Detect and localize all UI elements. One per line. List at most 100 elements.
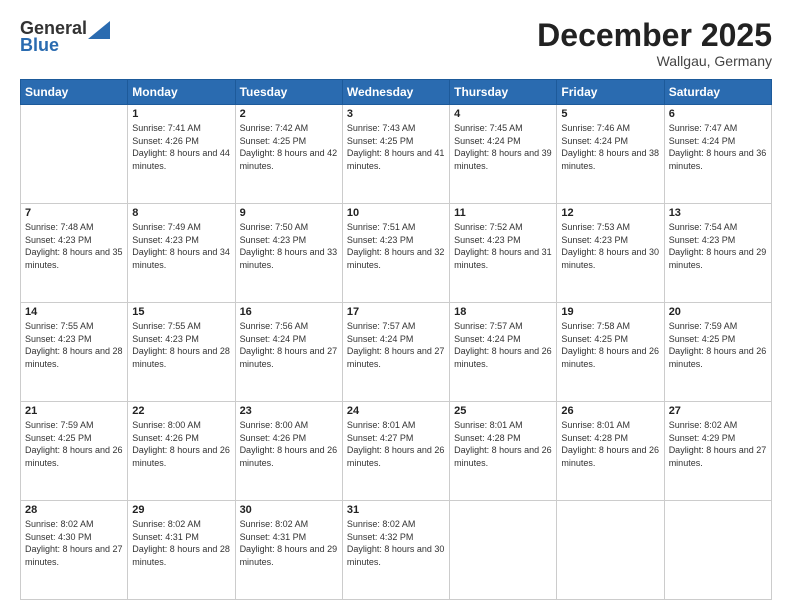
day-info: Sunrise: 7:48 AMSunset: 4:23 PMDaylight:… — [25, 221, 123, 271]
day-info: Sunrise: 7:43 AMSunset: 4:25 PMDaylight:… — [347, 122, 445, 172]
day-info: Sunrise: 7:53 AMSunset: 4:23 PMDaylight:… — [561, 221, 659, 271]
week-row-3: 21 Sunrise: 7:59 AMSunset: 4:25 PMDayligh… — [21, 402, 772, 501]
calendar-header-row: Sunday Monday Tuesday Wednesday Thursday… — [21, 80, 772, 105]
day-number: 21 — [25, 405, 123, 417]
calendar-table: Sunday Monday Tuesday Wednesday Thursday… — [20, 79, 772, 600]
day-number: 6 — [669, 108, 767, 120]
calendar-cell: 7 Sunrise: 7:48 AMSunset: 4:23 PMDaylight… — [21, 204, 128, 303]
header-sunday: Sunday — [21, 80, 128, 105]
day-number: 7 — [25, 207, 123, 219]
calendar-cell: 15 Sunrise: 7:55 AMSunset: 4:23 PMDayligh… — [128, 303, 235, 402]
day-info: Sunrise: 7:55 AMSunset: 4:23 PMDaylight:… — [25, 320, 123, 370]
day-info: Sunrise: 7:50 AMSunset: 4:23 PMDaylight:… — [240, 221, 338, 271]
day-info: Sunrise: 7:56 AMSunset: 4:24 PMDaylight:… — [240, 320, 338, 370]
day-number: 3 — [347, 108, 445, 120]
day-info: Sunrise: 7:42 AMSunset: 4:25 PMDaylight:… — [240, 122, 338, 172]
header-thursday: Thursday — [450, 80, 557, 105]
day-info: Sunrise: 8:02 AMSunset: 4:30 PMDaylight:… — [25, 518, 123, 568]
day-info: Sunrise: 7:52 AMSunset: 4:23 PMDaylight:… — [454, 221, 552, 271]
day-number: 12 — [561, 207, 659, 219]
day-info: Sunrise: 7:59 AMSunset: 4:25 PMDaylight:… — [669, 320, 767, 370]
calendar-cell — [450, 501, 557, 600]
calendar-cell: 31 Sunrise: 8:02 AMSunset: 4:32 PMDayligh… — [342, 501, 449, 600]
day-info: Sunrise: 7:59 AMSunset: 4:25 PMDaylight:… — [25, 419, 123, 469]
day-info: Sunrise: 8:01 AMSunset: 4:27 PMDaylight:… — [347, 419, 445, 469]
day-info: Sunrise: 8:00 AMSunset: 4:26 PMDaylight:… — [240, 419, 338, 469]
location: Wallgau, Germany — [537, 53, 772, 69]
calendar-cell: 9 Sunrise: 7:50 AMSunset: 4:23 PMDaylight… — [235, 204, 342, 303]
calendar-cell: 10 Sunrise: 7:51 AMSunset: 4:23 PMDayligh… — [342, 204, 449, 303]
day-number: 13 — [669, 207, 767, 219]
calendar-cell: 27 Sunrise: 8:02 AMSunset: 4:29 PMDayligh… — [664, 402, 771, 501]
day-info: Sunrise: 7:45 AMSunset: 4:24 PMDaylight:… — [454, 122, 552, 172]
day-number: 4 — [454, 108, 552, 120]
calendar-cell: 20 Sunrise: 7:59 AMSunset: 4:25 PMDayligh… — [664, 303, 771, 402]
title-block: December 2025 Wallgau, Germany — [537, 18, 772, 69]
day-info: Sunrise: 8:02 AMSunset: 4:29 PMDaylight:… — [669, 419, 767, 469]
calendar-cell: 2 Sunrise: 7:42 AMSunset: 4:25 PMDaylight… — [235, 105, 342, 204]
calendar-cell: 11 Sunrise: 7:52 AMSunset: 4:23 PMDayligh… — [450, 204, 557, 303]
calendar-cell: 13Sunrise: 7:54 AMSunset: 4:23 PMDayligh… — [664, 204, 771, 303]
header-wednesday: Wednesday — [342, 80, 449, 105]
day-number: 15 — [132, 306, 230, 318]
calendar-cell: 28 Sunrise: 8:02 AMSunset: 4:30 PMDayligh… — [21, 501, 128, 600]
day-number: 26 — [561, 405, 659, 417]
calendar-cell: 26Sunrise: 8:01 AMSunset: 4:28 PMDayligh… — [557, 402, 664, 501]
calendar-cell: 17 Sunrise: 7:57 AMSunset: 4:24 PMDayligh… — [342, 303, 449, 402]
week-row-2: 14Sunrise: 7:55 AMSunset: 4:23 PMDayligh… — [21, 303, 772, 402]
day-info: Sunrise: 7:41 AMSunset: 4:26 PMDaylight:… — [132, 122, 230, 172]
day-info: Sunrise: 7:57 AMSunset: 4:24 PMDaylight:… — [454, 320, 552, 370]
day-number: 23 — [240, 405, 338, 417]
day-info: Sunrise: 7:51 AMSunset: 4:23 PMDaylight:… — [347, 221, 445, 271]
day-number: 10 — [347, 207, 445, 219]
day-number: 19 — [561, 306, 659, 318]
month-title: December 2025 — [537, 18, 772, 53]
header-monday: Monday — [128, 80, 235, 105]
calendar-cell: 29Sunrise: 8:02 AMSunset: 4:31 PMDayligh… — [128, 501, 235, 600]
day-info: Sunrise: 7:55 AMSunset: 4:23 PMDaylight:… — [132, 320, 230, 370]
calendar-cell: 19 Sunrise: 7:58 AMSunset: 4:25 PMDayligh… — [557, 303, 664, 402]
day-number: 17 — [347, 306, 445, 318]
day-info: Sunrise: 7:58 AMSunset: 4:25 PMDaylight:… — [561, 320, 659, 370]
calendar-cell: 22 Sunrise: 8:00 AMSunset: 4:26 PMDayligh… — [128, 402, 235, 501]
header-tuesday: Tuesday — [235, 80, 342, 105]
calendar-cell: 14Sunrise: 7:55 AMSunset: 4:23 PMDayligh… — [21, 303, 128, 402]
day-number: 28 — [25, 504, 123, 516]
calendar-cell — [21, 105, 128, 204]
calendar-cell: 6 Sunrise: 7:47 AMSunset: 4:24 PMDaylight… — [664, 105, 771, 204]
day-number: 16 — [240, 306, 338, 318]
day-info: Sunrise: 8:02 AMSunset: 4:32 PMDaylight:… — [347, 518, 445, 568]
day-number: 27 — [669, 405, 767, 417]
header: General Blue December 2025 Wallgau, Germ… — [20, 18, 772, 69]
calendar-cell: 18 Sunrise: 7:57 AMSunset: 4:24 PMDayligh… — [450, 303, 557, 402]
day-info: Sunrise: 8:00 AMSunset: 4:26 PMDaylight:… — [132, 419, 230, 469]
day-info: Sunrise: 7:49 AMSunset: 4:23 PMDaylight:… — [132, 221, 230, 271]
calendar-cell: 30Sunrise: 8:02 AMSunset: 4:31 PMDayligh… — [235, 501, 342, 600]
day-number: 2 — [240, 108, 338, 120]
calendar-cell: 12 Sunrise: 7:53 AMSunset: 4:23 PMDayligh… — [557, 204, 664, 303]
page: General Blue December 2025 Wallgau, Germ… — [0, 0, 792, 612]
day-number: 5 — [561, 108, 659, 120]
day-number: 18 — [454, 306, 552, 318]
day-info: Sunrise: 7:46 AMSunset: 4:24 PMDaylight:… — [561, 122, 659, 172]
calendar-cell: 16 Sunrise: 7:56 AMSunset: 4:24 PMDayligh… — [235, 303, 342, 402]
day-number: 31 — [347, 504, 445, 516]
header-friday: Friday — [557, 80, 664, 105]
calendar-cell: 25Sunrise: 8:01 AMSunset: 4:28 PMDayligh… — [450, 402, 557, 501]
calendar-cell: 23 Sunrise: 8:00 AMSunset: 4:26 PMDayligh… — [235, 402, 342, 501]
logo-icon — [88, 21, 110, 39]
day-info: Sunrise: 7:47 AMSunset: 4:24 PMDaylight:… — [669, 122, 767, 172]
calendar-cell: 8Sunrise: 7:49 AMSunset: 4:23 PMDaylight… — [128, 204, 235, 303]
calendar-cell: 4 Sunrise: 7:45 AMSunset: 4:24 PMDaylight… — [450, 105, 557, 204]
day-number: 30 — [240, 504, 338, 516]
day-number: 11 — [454, 207, 552, 219]
calendar-cell: 1 Sunrise: 7:41 AMSunset: 4:26 PMDaylight… — [128, 105, 235, 204]
day-number: 20 — [669, 306, 767, 318]
calendar-cell — [664, 501, 771, 600]
day-info: Sunrise: 7:57 AMSunset: 4:24 PMDaylight:… — [347, 320, 445, 370]
day-number: 22 — [132, 405, 230, 417]
calendar-cell: 24Sunrise: 8:01 AMSunset: 4:27 PMDayligh… — [342, 402, 449, 501]
day-number: 9 — [240, 207, 338, 219]
day-number: 1 — [132, 108, 230, 120]
week-row-1: 7 Sunrise: 7:48 AMSunset: 4:23 PMDaylight… — [21, 204, 772, 303]
